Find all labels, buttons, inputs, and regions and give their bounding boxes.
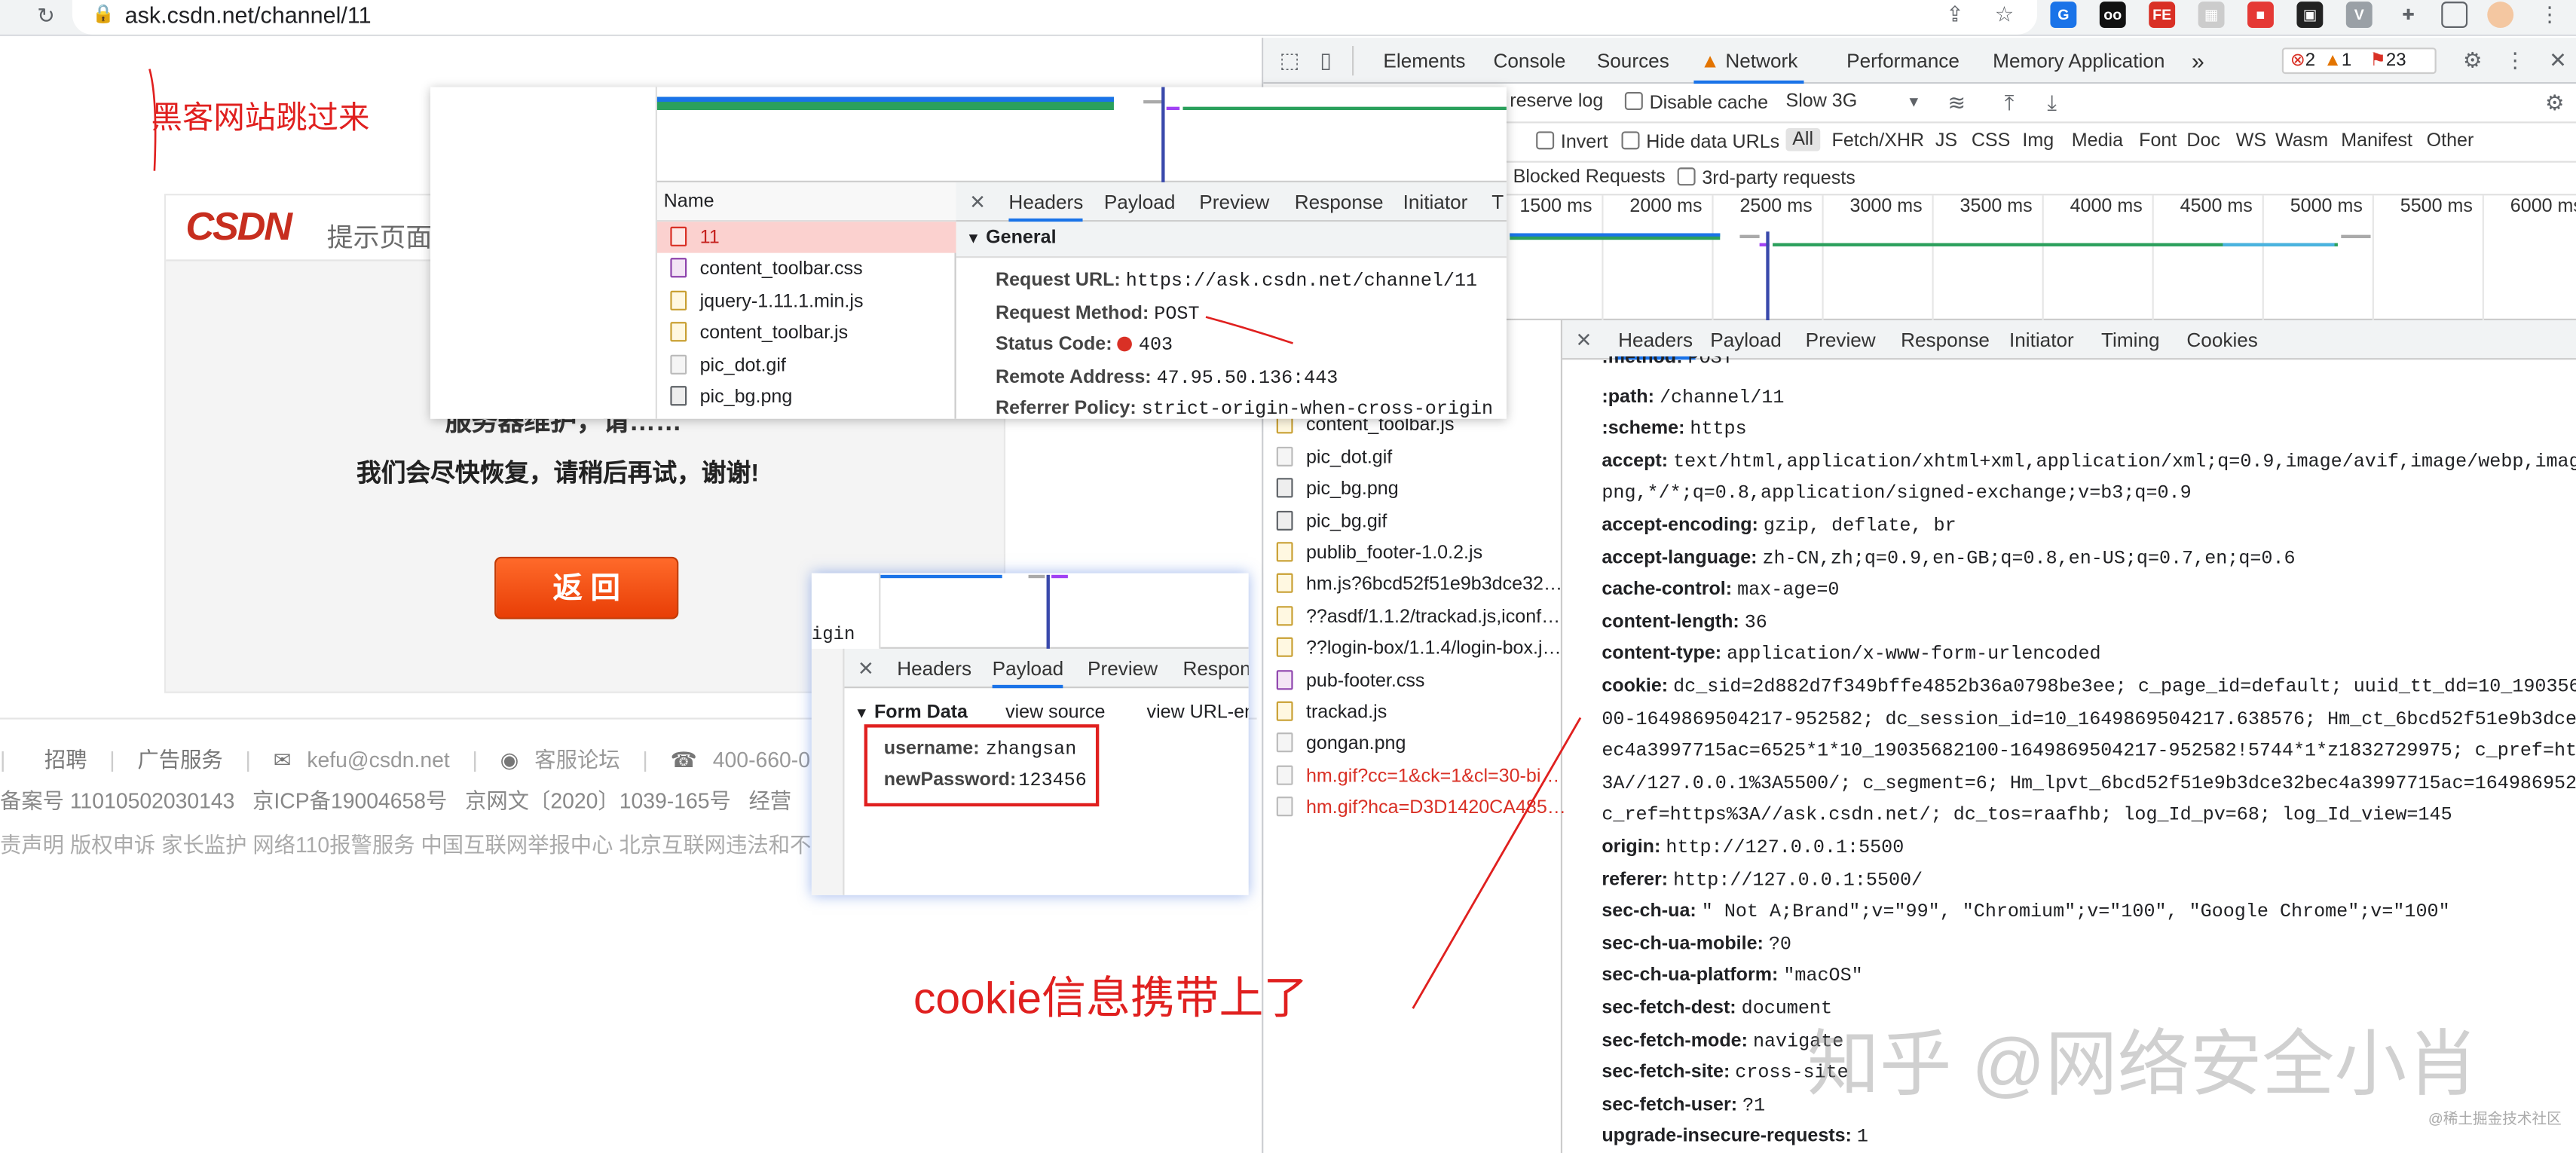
hacker-annotation: 黑客网站跳过来 xyxy=(151,102,370,136)
annotation-cookie-arrow xyxy=(1412,717,1582,1009)
annotation-post-underline xyxy=(1205,316,1293,344)
zhihu-watermark: 知乎 @网络安全小肖 xyxy=(1807,1025,2480,1106)
juejin-watermark: @稀土掘金技术社区 xyxy=(2428,1110,2562,1127)
cookie-annotation: cookie信息携带上了 xyxy=(913,974,1308,1023)
screenshot: ↻ 🔒 ask.csdn.net/channel/11 ⇪ ☆ G oo FE … xyxy=(0,0,2576,1153)
